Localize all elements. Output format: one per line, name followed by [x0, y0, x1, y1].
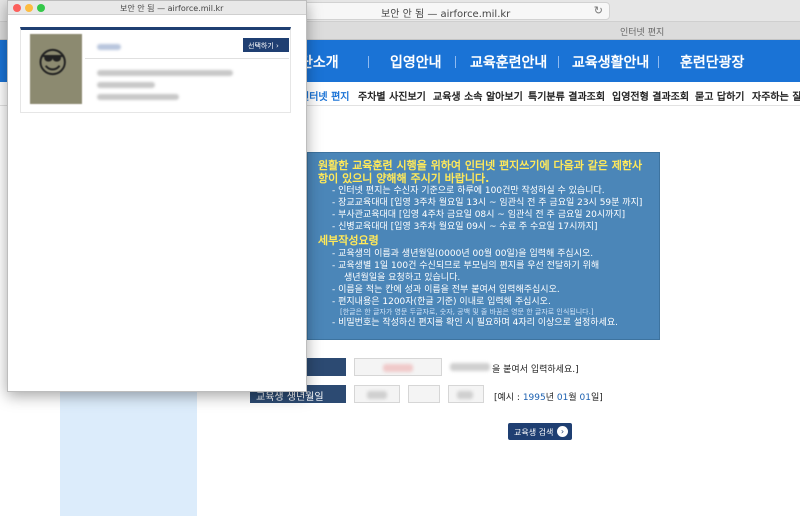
blurred-year — [367, 391, 387, 399]
notice-box: 원활한 교육훈련 시행을 위하여 인터넷 편지쓰기에 다음과 같은 제한사항이 … — [307, 152, 660, 340]
notice-detail: - 교육생의 이름과 생년월일(0000년 00월 00일)을 입력해 주십시오… — [332, 249, 594, 259]
subnav-internet-letter[interactable]: 인터넷 편지 — [300, 88, 349, 103]
notice-line: - 장교교육대대 [입영 3주차 월요일 13시 ~ 임관식 전 주 금요일 2… — [332, 198, 643, 208]
blurred-day — [457, 391, 473, 399]
subnav-qna[interactable]: 묻고 답하기 — [695, 88, 744, 103]
subnav-specialty-result[interactable]: 특기분류 결과조회 — [528, 88, 605, 103]
example-day: 01 — [579, 393, 591, 403]
popup-window: 보안 안 됨 — airforce.mil.kr 😎 선택하기 › — [7, 0, 307, 392]
card-divider — [85, 58, 289, 59]
close-window-icon[interactable] — [13, 4, 21, 12]
subnav-weekly-photos[interactable]: 주차별 사진보기 — [358, 88, 426, 103]
example-month-unit: 월 — [568, 393, 580, 403]
example-year: 1995 — [522, 393, 546, 403]
example-month: 01 — [556, 393, 569, 403]
blurred-text — [450, 363, 490, 371]
blurred-student-name — [97, 44, 121, 50]
popup-titlebar: 보안 안 됨 — airforce.mil.kr — [8, 1, 306, 15]
name-note: 을 붙여서 입력하세요.] — [492, 365, 579, 375]
notice-last-line: - 비밀번호는 작성하신 편지를 확인 시 필요하며 4자리 이상으로 설정하세… — [332, 318, 618, 328]
notice-line: - 신병교육대대 [입영 3주차 월요일 09시 ~ 수료 주 수요일 17시까… — [332, 222, 598, 232]
example-day-unit: 일] — [590, 393, 603, 403]
name-input[interactable] — [354, 358, 442, 376]
birth-example: [예시 : 1995년 01월 01일] — [494, 390, 603, 403]
tab-internet-letter[interactable]: 인터넷 편지 — [620, 25, 664, 38]
left-sidebar-panel — [60, 390, 197, 516]
example-prefix: [예시 : — [494, 393, 523, 403]
subnav-screening-result[interactable]: 입영전형 결과조회 — [612, 88, 689, 103]
example-year-unit: 년 — [545, 393, 557, 403]
student-result-card[interactable]: 😎 선택하기 › — [20, 27, 291, 113]
notice-detail: - 교육생별 1일 100건 수신되므로 부모님의 편지를 우선 전달하기 위해 — [332, 261, 600, 271]
blurred-unit-info — [97, 70, 233, 76]
student-photo: 😎 — [30, 34, 82, 104]
nav-divider — [658, 56, 659, 68]
notice-detail: - 이름을 적는 칸에 성과 이름을 전부 붙여서 입력해주십시오. — [332, 285, 560, 295]
nav-item-life[interactable]: 교육생활안내 — [572, 52, 649, 72]
birth-day-input[interactable] — [448, 385, 484, 403]
notice-line: - 부사관교육대대 [입영 4주차 금요일 08시 ~ 임관식 전 주 금요일 … — [332, 210, 626, 220]
notice-small-note: [한글은 한 글자가 영문 두글자로, 숫자, 공백 및 줄 바꿈은 영문 한 … — [340, 308, 594, 316]
subnav-faq[interactable]: 자주하는 질 — [752, 88, 800, 103]
blurred-date-info — [97, 94, 179, 100]
student-search-button[interactable]: 교육생 검색 › — [508, 423, 572, 440]
nav-item-plaza[interactable]: 훈련단광장 — [680, 52, 744, 72]
notice-line: - 인터넷 편지는 수신자 기준으로 하루에 100건만 작성하실 수 있습니다… — [332, 186, 605, 196]
nav-item-training[interactable]: 교육훈련안내 — [470, 52, 547, 72]
minimize-window-icon[interactable] — [25, 4, 33, 12]
sunglasses-emoji-icon: 😎 — [37, 46, 69, 81]
search-button-label: 교육생 검색 — [514, 428, 554, 437]
nav-divider — [368, 56, 369, 68]
address-bar[interactable]: 보안 안 됨 — airforce.mil.kr ↻ — [285, 2, 610, 20]
reload-icon[interactable]: ↻ — [594, 4, 603, 17]
address-bar-text: 보안 안 됨 — airforce.mil.kr — [381, 9, 511, 20]
select-button[interactable]: 선택하기 › — [243, 38, 289, 52]
blurred-birth-info — [97, 82, 155, 88]
nav-item-enlistment[interactable]: 입영안내 — [390, 52, 442, 72]
zoom-window-icon[interactable] — [37, 4, 45, 12]
birth-month-input[interactable] — [408, 385, 440, 403]
nav-divider — [455, 56, 456, 68]
subnav-unit-lookup[interactable]: 교육생 소속 알아보기 — [433, 88, 523, 103]
notice-detail: 생년월일을 요청하고 있습니다. — [344, 273, 461, 283]
notice-heading: 원활한 교육훈련 시행을 위하여 인터넷 편지쓰기에 다음과 같은 제한사항이 … — [318, 159, 643, 185]
arrow-right-icon: › — [557, 426, 568, 437]
notice-detail: - 편지내용은 1200자(한글 기준) 이내로 입력해 주십시오. — [332, 297, 551, 307]
blurred-name — [383, 364, 413, 372]
birth-year-input[interactable] — [354, 385, 400, 403]
popup-title: 보안 안 됨 — airforce.mil.kr — [120, 4, 224, 13]
nav-divider — [558, 56, 559, 68]
notice-subheading: 세부작성요령 — [318, 234, 379, 247]
